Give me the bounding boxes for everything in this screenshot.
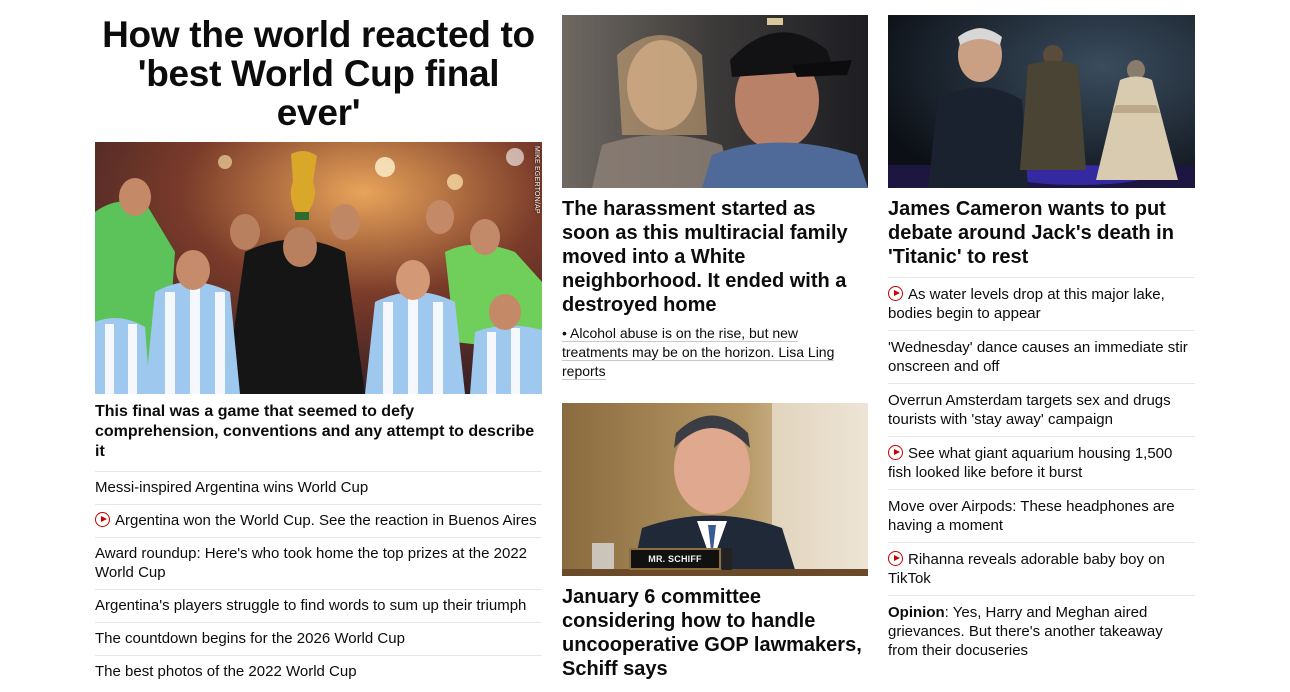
list-item[interactable]: 'Wednesday' dance causes an immediate st… (888, 330, 1195, 383)
list-item[interactable]: Opinion: Yes, Harry and Meghan aired gri… (888, 595, 1195, 667)
list-item[interactable]: Award roundup: Here's who took home the … (95, 537, 542, 589)
world-cup-related-links: Messi-inspired Argentina wins World Cup … (95, 471, 542, 688)
titanic-story-image[interactable] (888, 15, 1195, 188)
nameplate-text: MR. SCHIFF (648, 554, 702, 564)
alcohol-story-bullet[interactable]: • Alcohol abuse is on the rise, but new … (562, 324, 868, 381)
list-item[interactable]: The best photos of the 2022 World Cup (95, 655, 542, 688)
related-link[interactable]: Overrun Amsterdam targets sex and drugs … (888, 392, 1171, 428)
related-link[interactable]: Argentina won the World Cup. See the rea… (115, 512, 537, 529)
related-link[interactable]: The countdown begins for the 2026 World … (95, 630, 405, 647)
family-photo (562, 15, 868, 188)
opinion-link[interactable]: Opinion: Yes, Harry and Meghan aired gri… (888, 604, 1163, 659)
alcohol-story-link[interactable]: • Alcohol abuse is on the rise, but new … (562, 325, 835, 380)
related-link[interactable]: The best photos of the 2022 World Cup (95, 663, 357, 680)
titanic-story-link[interactable]: James Cameron wants to put debate around… (888, 198, 1174, 268)
related-link[interactable]: Argentina's players struggle to find wor… (95, 597, 526, 614)
schiff-story-headline[interactable]: January 6 committee considering how to h… (562, 585, 868, 681)
middle-column: The harassment started as soon as this m… (562, 15, 868, 681)
opinion-label: Opinion (888, 604, 945, 621)
family-story-link[interactable]: The harassment started as soon as this m… (562, 198, 848, 316)
world-cup-photo (95, 142, 542, 394)
lead-subheadline-link[interactable]: This final was a game that seemed to def… (95, 403, 534, 460)
right-related-links: As water levels drop at this major lake,… (888, 277, 1195, 667)
lead-headline-link[interactable]: How the world reacted to 'best World Cup… (102, 14, 535, 133)
play-video-icon (888, 551, 903, 566)
related-link[interactable]: See what giant aquarium housing 1,500 fi… (888, 445, 1172, 481)
lead-headline[interactable]: How the world reacted to 'best World Cup… (95, 15, 542, 132)
right-column: James Cameron wants to put debate around… (888, 15, 1195, 667)
play-video-icon (888, 286, 903, 301)
related-link[interactable]: Messi-inspired Argentina wins World Cup (95, 479, 368, 496)
related-link[interactable]: As water levels drop at this major lake,… (888, 286, 1165, 322)
list-item[interactable]: Argentina won the World Cup. See the rea… (95, 504, 542, 537)
related-link[interactable]: Award roundup: Here's who took home the … (95, 545, 527, 581)
titanic-story-headline[interactable]: James Cameron wants to put debate around… (888, 197, 1195, 269)
related-link[interactable]: Rihanna reveals adorable baby boy on Tik… (888, 551, 1165, 587)
list-item[interactable]: The countdown begins for the 2026 World … (95, 622, 542, 655)
family-story-image[interactable] (562, 15, 868, 188)
list-item[interactable]: Messi-inspired Argentina wins World Cup (95, 471, 542, 504)
world-cup-celebration-image[interactable]: MIKE EGERTON/AP (95, 142, 542, 394)
lead-subheadline[interactable]: This final was a game that seemed to def… (95, 402, 542, 462)
schiff-story-image[interactable]: MR. SCHIFF (562, 403, 868, 576)
related-link[interactable]: Move over Airpods: These headphones are … (888, 498, 1175, 534)
play-video-icon (888, 445, 903, 460)
play-video-icon (95, 512, 110, 527)
list-item[interactable]: Move over Airpods: These headphones are … (888, 489, 1195, 542)
list-item[interactable]: As water levels drop at this major lake,… (888, 277, 1195, 330)
related-link[interactable]: 'Wednesday' dance causes an immediate st… (888, 339, 1188, 375)
family-story-headline[interactable]: The harassment started as soon as this m… (562, 197, 868, 317)
schiff-story-link[interactable]: January 6 committee considering how to h… (562, 586, 862, 680)
james-cameron-photo (888, 15, 1195, 188)
list-item[interactable]: Argentina's players struggle to find wor… (95, 589, 542, 622)
list-item[interactable]: Rihanna reveals adorable baby boy on Tik… (888, 542, 1195, 595)
list-item[interactable]: See what giant aquarium housing 1,500 fi… (888, 436, 1195, 489)
schiff-photo (562, 403, 868, 576)
photo-credit: MIKE EGERTON/AP (533, 146, 540, 214)
lead-story-column: How the world reacted to 'best World Cup… (95, 15, 542, 688)
list-item[interactable]: Overrun Amsterdam targets sex and drugs … (888, 383, 1195, 436)
